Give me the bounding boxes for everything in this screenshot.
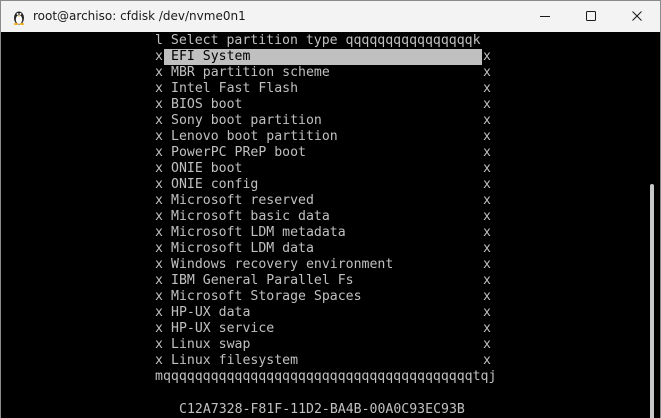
title-bar[interactable]: root@archiso: cfdisk /dev/nvme0n1	[1, 1, 660, 32]
list-item[interactable]: x PowerPC PReP boot x	[155, 145, 495, 161]
dialog-right-border: x	[483, 353, 491, 368]
window-title: root@archiso: cfdisk /dev/nvme0n1	[33, 9, 246, 23]
linux-penguin-icon	[11, 9, 27, 25]
dialog-left-border: x	[155, 225, 163, 240]
dialog-left-border: x	[155, 289, 163, 304]
dialog-right-border: x	[483, 161, 491, 176]
partition-type-option[interactable]: HP-UX service	[164, 321, 482, 337]
partition-type-option[interactable]: Intel Fast Flash	[164, 81, 482, 97]
dialog-right-border: x	[483, 113, 491, 128]
scrollbar[interactable]	[650, 184, 654, 418]
list-item[interactable]: x Microsoft LDM data x	[155, 241, 495, 257]
dialog-left-border: x	[155, 145, 163, 160]
dialog-right-border: x	[483, 49, 491, 64]
dialog-right-border: x	[483, 193, 491, 208]
dialog-left-border: x	[155, 209, 163, 224]
list-item[interactable]: x Windows recovery environment x	[155, 257, 495, 273]
partition-type-option[interactable]: Microsoft basic data	[164, 209, 482, 225]
dialog-right-border: x	[483, 289, 491, 304]
partition-type-option[interactable]: ONIE config	[164, 177, 482, 193]
partition-type-option[interactable]: Microsoft LDM data	[164, 241, 482, 257]
list-item[interactable]: x MBR partition scheme x	[155, 65, 495, 81]
dialog-footer: mqqqqqqqqqqqqqqqqqqqqqqqqqqqqqqqqqqqqqqq…	[155, 369, 497, 384]
list-item[interactable]: x Lenovo boot partition x	[155, 129, 495, 145]
partition-type-guid: C12A7328-F81F-11D2-BA4B-00A0C93EC93B	[179, 402, 465, 417]
partition-type-option[interactable]: PowerPC PReP boot	[164, 145, 482, 161]
dialog-left-border: x	[155, 321, 163, 336]
dialog-right-border: x	[483, 241, 491, 256]
list-item[interactable]: x Linux filesystem x	[155, 353, 495, 369]
dialog-left-border: x	[155, 273, 163, 288]
partition-type-option[interactable]: Windows recovery environment	[164, 257, 482, 273]
list-item[interactable]: x Sony boot partition x	[155, 113, 495, 129]
list-item[interactable]: x BIOS boot x	[155, 97, 495, 113]
partition-type-option[interactable]: IBM General Parallel Fs	[164, 273, 482, 289]
minimize-icon	[540, 16, 550, 17]
partition-type-option[interactable]: BIOS boot	[164, 97, 482, 113]
dialog-right-border: x	[483, 177, 491, 192]
list-item[interactable]: x EFI System x	[155, 49, 495, 65]
dialog-left-border: x	[155, 113, 163, 128]
terminal-window: root@archiso: cfdisk /dev/nvme0n1 l Sele…	[0, 0, 661, 418]
dialog-left-border: x	[155, 193, 163, 208]
list-item[interactable]: x Intel Fast Flash x	[155, 81, 495, 97]
maximize-button[interactable]	[568, 1, 614, 32]
dialog-left-border: x	[155, 97, 163, 112]
partition-type-option-selected[interactable]: EFI System	[164, 49, 482, 65]
partition-type-option[interactable]: Microsoft LDM metadata	[164, 225, 482, 241]
dialog-left-border: x	[155, 305, 163, 320]
dialog-right-border: x	[483, 273, 491, 288]
partition-type-option[interactable]: ONIE boot	[164, 161, 482, 177]
minimize-button[interactable]	[522, 1, 568, 32]
dialog-left-border: x	[155, 65, 163, 80]
maximize-icon	[586, 11, 596, 21]
dialog-left-border: x	[155, 353, 163, 368]
partition-type-option[interactable]: Microsoft reserved	[164, 193, 482, 209]
dialog-right-border: x	[483, 145, 491, 160]
dialog-left-border: x	[155, 161, 163, 176]
list-item[interactable]: x ONIE boot x	[155, 161, 495, 177]
partition-type-option[interactable]: Sony boot partition	[164, 113, 482, 129]
list-item[interactable]: x HP-UX data x	[155, 305, 495, 321]
dialog-left-border: x	[155, 241, 163, 256]
close-icon	[632, 11, 642, 21]
dialog-right-border: x	[483, 129, 491, 144]
list-item[interactable]: x ONIE config x	[155, 177, 495, 193]
list-item[interactable]: x Microsoft basic data x	[155, 209, 495, 225]
dialog-left-border: x	[155, 337, 163, 352]
dialog-right-border: x	[483, 81, 491, 96]
list-item[interactable]: x HP-UX service x	[155, 321, 495, 337]
dialog-right-border: x	[483, 321, 491, 336]
close-button[interactable]	[614, 1, 660, 32]
dialog-right-border: x	[483, 337, 491, 352]
dialog-right-border: x	[483, 97, 491, 112]
dialog-left-border: x	[155, 257, 163, 272]
dialog-right-border: x	[483, 225, 491, 240]
dialog-right-border: x	[483, 65, 491, 80]
list-item[interactable]: x Linux swap x	[155, 337, 495, 353]
dialog-right-border: x	[483, 257, 491, 272]
dialog-left-border: x	[155, 81, 163, 96]
dialog-left-border: x	[155, 177, 163, 192]
list-item[interactable]: x IBM General Parallel Fs x	[155, 273, 495, 289]
partition-type-option[interactable]: Linux swap	[164, 337, 482, 353]
partition-type-option[interactable]: MBR partition scheme	[164, 65, 482, 81]
dialog-right-border: x	[483, 305, 491, 320]
dialog-header: l Select partition type qqqqqqqqqqqqqqqq…	[155, 33, 481, 48]
dialog-left-border: x	[155, 129, 163, 144]
list-item[interactable]: x Microsoft reserved x	[155, 193, 495, 209]
terminal-area[interactable]: l Select partition type qqqqqqqqqqqqqqqq…	[1, 32, 660, 418]
list-item[interactable]: x Microsoft LDM metadata x	[155, 225, 495, 241]
partition-type-option[interactable]: Lenovo boot partition	[164, 129, 482, 145]
dialog-left-border: x	[155, 49, 163, 64]
partition-type-option[interactable]: Linux filesystem	[164, 353, 482, 369]
list-item[interactable]: x Microsoft Storage Spaces x	[155, 289, 495, 305]
dialog-right-border: x	[483, 209, 491, 224]
partition-type-option[interactable]: HP-UX data	[164, 305, 482, 321]
partition-type-option[interactable]: Microsoft Storage Spaces	[164, 289, 482, 305]
